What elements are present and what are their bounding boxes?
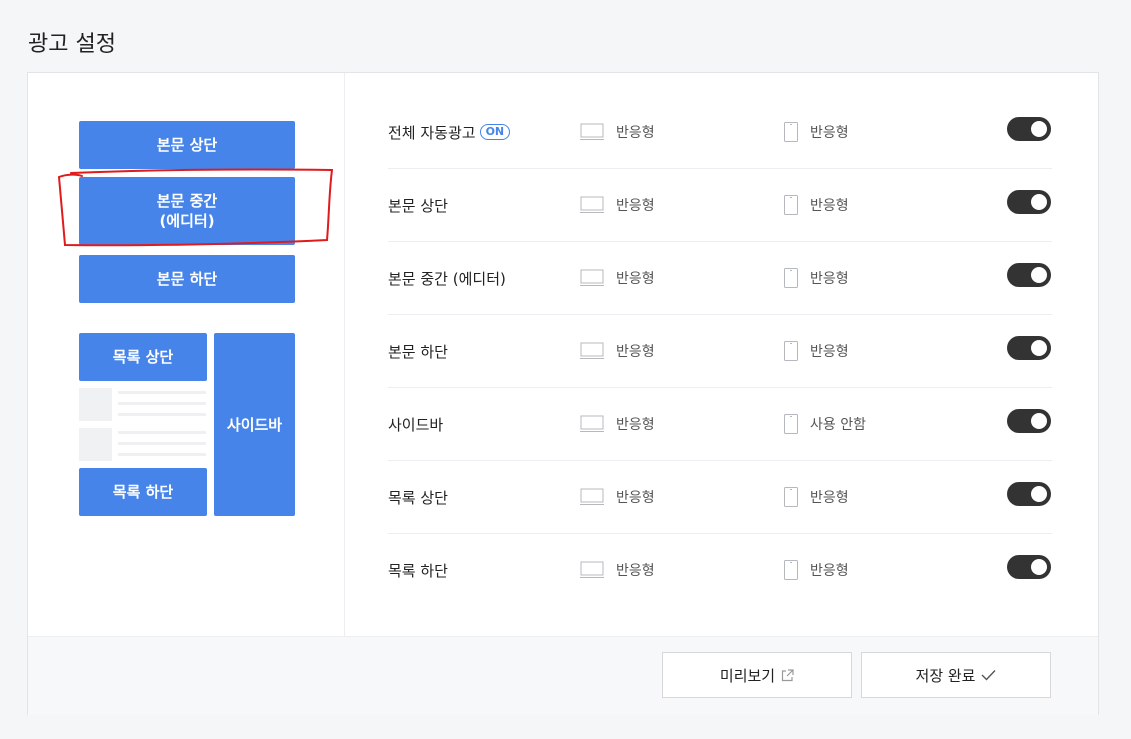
setting-row-sidebar: 사이드바 반응형 사용 안함 (388, 388, 1052, 461)
mobile-phone-icon (784, 268, 798, 288)
sidebar-toggle[interactable] (1007, 409, 1051, 433)
setting-row-body-bottom: 본문 하단 반응형 반응형 (388, 315, 1052, 388)
mobile-phone-icon (784, 195, 798, 215)
toggle-knob (1031, 340, 1047, 356)
mobile-phone-icon (784, 560, 798, 580)
external-link-icon (781, 668, 794, 682)
preview-body-bottom[interactable]: 본문 하단 (79, 255, 295, 303)
mobile-ad-type: 반응형 (810, 344, 849, 360)
list-thumbnail-placeholder (79, 388, 112, 421)
toggle-knob (1031, 194, 1047, 210)
mobile-ad-type: 반응형 (810, 271, 849, 287)
pc-ad-type: 반응형 (616, 563, 655, 579)
body-bottom-toggle[interactable] (1007, 336, 1051, 360)
mobile-phone-icon (784, 487, 798, 507)
pc-ad-type: 반응형 (616, 125, 655, 141)
list-text-placeholder (118, 402, 206, 405)
mobile-phone-icon (784, 414, 798, 434)
setting-row-list-bottom: 목록 하단 반응형 반응형 (388, 534, 1052, 607)
preview-body-middle-sub-label: (에디터) (159, 212, 215, 230)
setting-row-list-top: 목록 상단 반응형 반응형 (388, 461, 1052, 534)
setting-name: 목록 상단 (388, 488, 448, 507)
toggle-knob (1031, 267, 1047, 283)
preview-button-label: 미리보기 (719, 666, 776, 685)
list-text-placeholder (118, 431, 206, 434)
preview-list-bottom-label: 목록 하단 (112, 483, 174, 501)
preview-sidebar[interactable]: 사이드바 (214, 333, 295, 516)
preview-list-top-label: 목록 상단 (112, 348, 174, 366)
save-button-label: 저장 완료 (915, 666, 976, 685)
toggle-knob (1031, 559, 1047, 575)
pc-monitor-icon (580, 196, 604, 214)
list-thumbnail-placeholder (79, 428, 112, 461)
preview-sidebar-label: 사이드바 (226, 415, 283, 434)
ad-settings-panel: 본문 상단 본문 중간 (에디터) 본문 하단 목록 상단 사이드바 목록 하단 (27, 72, 1099, 715)
mobile-phone-icon (784, 341, 798, 361)
setting-row-body-middle: 본문 중간 (에디터) 반응형 반응형 (388, 242, 1052, 315)
setting-name: 본문 상단 (388, 196, 448, 215)
pc-monitor-icon (580, 488, 604, 506)
list-text-placeholder (118, 442, 206, 445)
list-text-placeholder (118, 413, 206, 416)
on-badge: ON (479, 124, 511, 140)
layout-preview: 본문 상단 본문 중간 (에디터) 본문 하단 목록 상단 사이드바 목록 하단 (28, 73, 345, 636)
setting-name: 본문 하단 (388, 342, 448, 361)
pc-monitor-icon (580, 415, 604, 433)
list-bottom-toggle[interactable] (1007, 555, 1051, 579)
setting-name: 목록 하단 (388, 561, 448, 580)
pc-ad-type: 반응형 (616, 344, 655, 360)
body-middle-toggle[interactable] (1007, 263, 1051, 287)
preview-list-top[interactable]: 목록 상단 (79, 333, 207, 381)
preview-body-top[interactable]: 본문 상단 (79, 121, 295, 169)
setting-row-auto-ads: 전체 자동광고 ON 반응형 반응형 (388, 96, 1052, 169)
preview-body-bottom-label: 본문 하단 (156, 270, 218, 288)
panel-footer: 미리보기 저장 완료 (28, 636, 1098, 715)
auto-ads-toggle[interactable] (1007, 117, 1051, 141)
checkmark-icon (981, 669, 996, 681)
page-title: 광고 설정 (28, 32, 116, 57)
setting-row-body-top: 본문 상단 반응형 반응형 (388, 169, 1052, 242)
toggle-knob (1031, 121, 1047, 137)
setting-name: 사이드바 (388, 415, 444, 434)
mobile-ad-type: 반응형 (810, 198, 849, 214)
body-top-toggle[interactable] (1007, 190, 1051, 214)
setting-name: 전체 자동광고 (388, 123, 476, 142)
ad-settings-list: 전체 자동광고 ON 반응형 반응형 본문 상단 반응형 반응형 본문 중간 (… (344, 73, 1100, 636)
mobile-ad-type: 사용 안함 (810, 417, 866, 433)
mobile-ad-type: 반응형 (810, 125, 849, 141)
list-top-toggle[interactable] (1007, 482, 1051, 506)
list-text-placeholder (118, 453, 206, 456)
mobile-phone-icon (784, 122, 798, 142)
mobile-ad-type: 반응형 (810, 563, 849, 579)
preview-list-bottom[interactable]: 목록 하단 (79, 468, 207, 516)
preview-body-middle-label: 본문 중간 (156, 192, 218, 210)
pc-monitor-icon (580, 561, 604, 579)
pc-ad-type: 반응형 (616, 417, 655, 433)
preview-body-middle[interactable]: 본문 중간 (에디터) (79, 177, 295, 245)
list-text-placeholder (118, 391, 206, 394)
toggle-knob (1031, 413, 1047, 429)
pc-ad-type: 반응형 (616, 271, 655, 287)
preview-button[interactable]: 미리보기 (662, 652, 852, 698)
pc-ad-type: 반응형 (616, 198, 655, 214)
mobile-ad-type: 반응형 (810, 490, 849, 506)
pc-monitor-icon (580, 123, 604, 141)
preview-body-top-label: 본문 상단 (156, 136, 218, 154)
toggle-knob (1031, 486, 1047, 502)
save-button[interactable]: 저장 완료 (861, 652, 1051, 698)
setting-name: 본문 중간 (에디터) (388, 269, 506, 288)
pc-monitor-icon (580, 269, 604, 287)
pc-monitor-icon (580, 342, 604, 360)
pc-ad-type: 반응형 (616, 490, 655, 506)
